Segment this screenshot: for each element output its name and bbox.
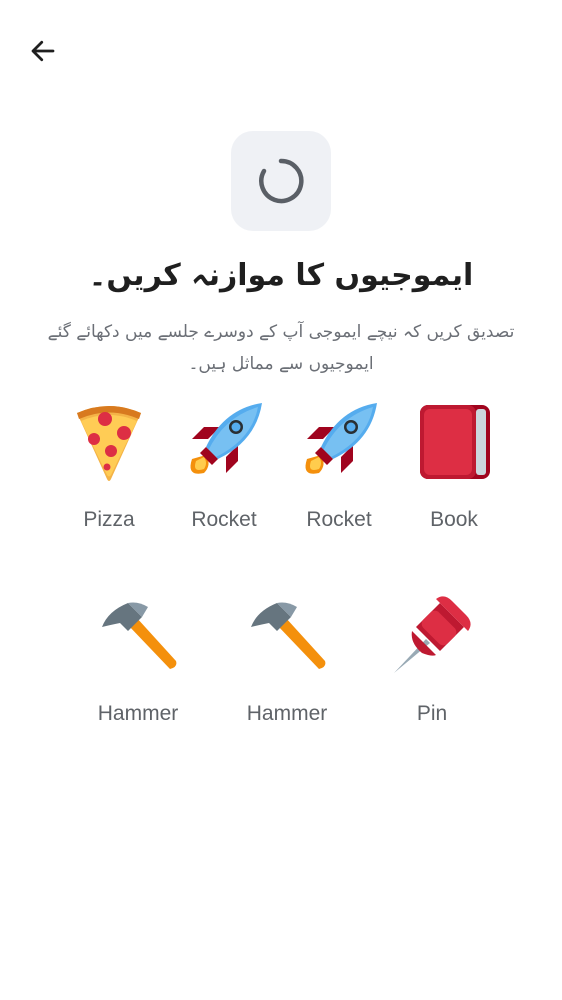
hammer-icon (251, 602, 326, 669)
page-description: تصدیق کریں کہ نیچے ایموجی آپ کے دوسرے جل… (47, 322, 515, 374)
page-title: ایموجیوں کا موازنہ کریں۔ (88, 258, 474, 293)
emoji-label: Pin (416, 702, 448, 725)
pin-icon (394, 596, 471, 673)
arrow-left-icon (31, 40, 55, 62)
emoji-label: Book (430, 508, 478, 531)
pizza-icon (77, 406, 141, 481)
emoji-label: Hammer (97, 702, 179, 725)
emoji-label: Rocket (191, 508, 257, 531)
verification-status-box (231, 131, 331, 231)
rocket-icon (190, 403, 262, 474)
rocket-icon (305, 403, 377, 474)
loading-spinner-icon (259, 158, 304, 204)
back-button[interactable] (24, 32, 62, 70)
hammer-icon (102, 602, 177, 669)
emoji-label: Hammer (246, 702, 328, 725)
emoji-label: Pizza (83, 508, 135, 531)
book-icon (420, 405, 490, 479)
emoji-label: Rocket (306, 508, 372, 531)
